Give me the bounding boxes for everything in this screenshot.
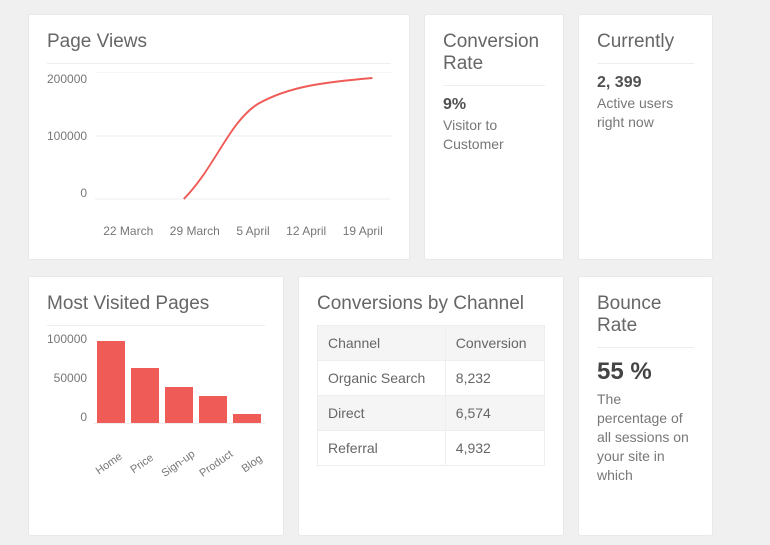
currently-card: Currently 2, 399 Active users right now (578, 14, 713, 260)
conversion-rate-title: Conversion Rate (443, 31, 545, 75)
most-visited-chart: 100000 50000 0 (47, 325, 265, 455)
most-visited-y-axis: 100000 50000 0 (47, 332, 93, 424)
conversions-table: Channel Conversion Organic Search 8,232 … (317, 325, 545, 466)
bar-price (131, 368, 159, 423)
currently-title: Currently (597, 31, 694, 53)
bounce-rate-value: 55 % (597, 358, 694, 386)
bar-blog (233, 414, 261, 423)
most-visited-card: Most Visited Pages 100000 50000 0 Home P… (28, 276, 284, 536)
y-tick: 100000 (47, 129, 87, 143)
cell-channel: Direct (318, 396, 446, 431)
x-tick: 12 April (286, 224, 326, 238)
page-views-card: Page Views 200000 100000 0 22 March 29 M… (28, 14, 410, 260)
y-tick: 200000 (47, 72, 87, 86)
x-tick: 5 April (236, 224, 269, 238)
table-header-row: Channel Conversion (318, 326, 545, 361)
cell-conversion: 6,574 (445, 396, 544, 431)
page-views-x-axis: 22 March 29 March 5 April 12 April 19 Ap… (95, 224, 391, 238)
bounce-rate-card: Bounce Rate 55 % The percentage of all s… (578, 276, 713, 536)
conversion-rate-value: 9% (443, 96, 545, 114)
x-tick: 29 March (170, 224, 220, 238)
divider (597, 347, 694, 348)
most-visited-bars (93, 332, 265, 424)
col-channel: Channel (318, 326, 446, 361)
cell-conversion: 8,232 (445, 361, 544, 396)
divider (597, 63, 694, 64)
table-row: Organic Search 8,232 (318, 361, 545, 396)
most-visited-x-axis: Home Price Sign-up Product Blog (89, 459, 265, 471)
bounce-rate-sub: The percentage of all sessions on your s… (597, 390, 694, 484)
table-row: Referral 4,932 (318, 431, 545, 466)
page-views-chart: 200000 100000 0 (47, 63, 391, 218)
cell-channel: Referral (318, 431, 446, 466)
bounce-rate-title: Bounce Rate (597, 293, 694, 337)
y-tick: 50000 (47, 371, 87, 385)
page-views-plot (95, 72, 391, 200)
y-tick: 100000 (47, 332, 87, 346)
cell-conversion: 4,932 (445, 431, 544, 466)
divider (443, 85, 545, 86)
conversions-channel-card: Conversions by Channel Channel Conversio… (298, 276, 564, 536)
page-views-y-axis: 200000 100000 0 (47, 72, 95, 200)
bar-home (97, 341, 125, 423)
most-visited-title: Most Visited Pages (47, 293, 265, 315)
conversion-rate-sub: Visitor to Customer (443, 116, 545, 154)
table-row: Direct 6,574 (318, 396, 545, 431)
bar-sign-up (165, 387, 193, 423)
cell-channel: Organic Search (318, 361, 446, 396)
currently-sub: Active users right now (597, 94, 694, 132)
conversion-rate-card: Conversion Rate 9% Visitor to Customer (424, 14, 564, 260)
y-tick: 0 (47, 186, 87, 200)
col-conversion: Conversion (445, 326, 544, 361)
bar-product (199, 396, 227, 423)
x-tick: 19 April (343, 224, 383, 238)
x-tick: 22 March (103, 224, 153, 238)
y-tick: 0 (47, 410, 87, 424)
page-views-title: Page Views (47, 31, 391, 53)
conversions-channel-title: Conversions by Channel (317, 293, 545, 315)
currently-value: 2, 399 (597, 74, 694, 92)
